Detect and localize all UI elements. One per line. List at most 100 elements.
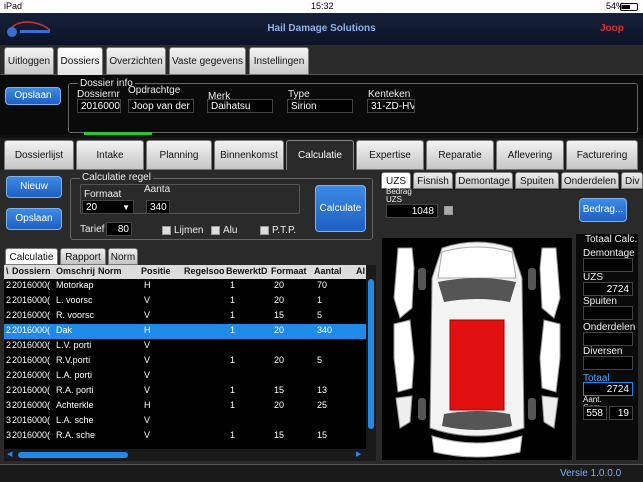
- calculatie-table[interactable]: \ Dossiern Omschrij Norm Positie Regelso…: [4, 265, 366, 461]
- right-tab-onderdelen[interactable]: Onderdelen: [561, 172, 619, 189]
- table-cell-pos: V: [144, 370, 151, 380]
- table-row[interactable]: 3 2016000(R.A. sche V 1 15 15: [4, 429, 366, 444]
- dossiernr-field[interactable]: 2016000: [77, 99, 121, 113]
- table-row[interactable]: 2 2016000(R.V.porti V 1 20 5: [4, 354, 366, 369]
- tab-vaste-gegevens[interactable]: Vaste gegevens: [169, 47, 246, 75]
- right-tab-demontage[interactable]: Demontage: [455, 172, 513, 189]
- tab-planning[interactable]: Planning: [146, 140, 212, 170]
- alu-checkbox[interactable]: [211, 226, 220, 235]
- right-tab-finish[interactable]: Fisnish: [413, 172, 453, 189]
- calc-save-button[interactable]: Opslaan: [6, 208, 62, 230]
- bedrag-uzs-field[interactable]: 1048: [386, 204, 438, 218]
- tab-instellingen[interactable]: Instellingen: [249, 47, 309, 75]
- merk-field[interactable]: Daihatsu: [207, 99, 273, 113]
- table-cell-pos: V: [144, 295, 151, 305]
- tab-aflevering[interactable]: Aflevering: [496, 140, 564, 170]
- car-top-view[interactable]: [382, 238, 572, 460]
- tab-overzichten[interactable]: Overzichten: [106, 47, 166, 75]
- tarief-field[interactable]: 80: [106, 222, 132, 236]
- table-row[interactable]: 3 2016000(Achterkle H 1 20 25: [4, 399, 366, 414]
- horizontal-scroll-thumb[interactable]: [18, 452, 128, 458]
- table-cell-pos: V: [144, 430, 151, 440]
- ptp-checkbox[interactable]: [260, 226, 269, 235]
- table-cell-pos: H: [144, 325, 151, 335]
- table-row[interactable]: 2 2016000(L.V. porti V: [4, 339, 366, 354]
- grid-tab-norm[interactable]: Norm: [108, 248, 138, 265]
- aantal-field[interactable]: 340: [146, 200, 170, 214]
- user-name[interactable]: Joop: [600, 23, 624, 34]
- formaat-label: Formaat: [84, 189, 122, 200]
- col-header-norm[interactable]: Norm: [98, 266, 122, 276]
- table-cell-aant: 1: [317, 295, 323, 305]
- col-header-formaat[interactable]: Formaat: [271, 266, 307, 276]
- table-cell-fmt: 15: [274, 385, 285, 395]
- table-cell-oms: R.A. sche: [56, 430, 96, 440]
- table-cell-oms: L.A. porti: [56, 370, 93, 380]
- table-row[interactable]: 2 2016000(Motorkap H 1 20 70: [4, 279, 366, 294]
- col-header-al[interactable]: Al: [356, 266, 365, 276]
- table-cell-nr: 2016000(: [12, 415, 51, 425]
- bedrag-button[interactable]: Bedrag...: [579, 198, 627, 222]
- table-row[interactable]: 2 2016000(Dak H 1 20 340: [4, 324, 366, 339]
- right-tab-spuiten[interactable]: Spuiten: [515, 172, 559, 189]
- table-row[interactable]: 2 2016000(L.A. porti V: [4, 369, 366, 384]
- uzs-checkbox[interactable]: [444, 206, 453, 215]
- tab-dossierlijst[interactable]: Dossierlijst: [4, 140, 74, 170]
- tab-facturering[interactable]: Facturering: [566, 140, 638, 170]
- wheel-rear-right: [528, 398, 536, 420]
- vertical-scroll-thumb[interactable]: [368, 279, 374, 429]
- horizontal-scrollbar[interactable]: ◀ ▶: [4, 449, 366, 461]
- tab-calculatie[interactable]: Calculatie: [286, 140, 354, 170]
- tab-expertise[interactable]: Expertise: [356, 140, 424, 170]
- col-header-regelsoort[interactable]: Regelsoo: [184, 266, 226, 276]
- col-header-dossiernr[interactable]: Dossiern: [12, 266, 56, 276]
- col-header-index[interactable]: \: [6, 266, 9, 276]
- grid-tab-rapport[interactable]: Rapport: [60, 248, 106, 265]
- bedrag-uzs-label: Bedrag UZS: [386, 187, 412, 204]
- table-cell-nr: 2016000(: [12, 400, 51, 410]
- table-row[interactable]: 2 2016000(R. voorsc V 1 15 5: [4, 309, 366, 324]
- calculate-button[interactable]: Calculate: [315, 185, 366, 232]
- table-cell-fmt: 20: [274, 295, 285, 305]
- table-cell-aant: 5: [317, 310, 323, 320]
- table-row[interactable]: 2 2016000(R.A. porti V 1 15 13: [4, 384, 366, 399]
- scroll-right-icon[interactable]: ▶: [356, 451, 364, 458]
- formaat-select[interactable]: 20 ▼: [82, 200, 134, 214]
- tab-reparatie[interactable]: Reparatie: [426, 140, 494, 170]
- table-row[interactable]: 2 2016000(L. voorsc V 1 20 1: [4, 294, 366, 309]
- vertical-scrollbar[interactable]: [366, 265, 376, 461]
- version-label: Versie 1.0.0.0: [560, 468, 622, 479]
- tab-uitloggen[interactable]: Uitloggen: [4, 47, 54, 75]
- table-cell-aant: 25: [317, 400, 328, 410]
- right-tab-diversen[interactable]: Div: [621, 172, 643, 189]
- clock: 15:32: [311, 1, 334, 11]
- new-button[interactable]: Nieuw: [6, 176, 62, 198]
- opdrachtgever-field[interactable]: Joop van der S: [128, 99, 194, 113]
- scroll-left-icon[interactable]: ◀: [7, 451, 15, 458]
- tab-intake[interactable]: Intake: [76, 140, 144, 170]
- lijmen-checkbox[interactable]: [162, 226, 171, 235]
- table-cell-nr: 2016000(: [12, 295, 51, 305]
- col-header-aantal[interactable]: Aantal: [314, 266, 342, 276]
- tab-binnenkomst[interactable]: Binnenkomst: [214, 140, 284, 170]
- device-label: iPad: [4, 1, 23, 11]
- grid-tab-calculatie[interactable]: Calculatie: [5, 248, 58, 265]
- type-field[interactable]: Sirion: [287, 99, 353, 113]
- dossier-info-bar: Opslaan Dossier info Dossiernr 2016000 O…: [0, 75, 643, 135]
- col-header-omschrijving[interactable]: Omschrij: [56, 266, 100, 276]
- table-cell-oms: L.A. sche: [56, 415, 94, 425]
- table-cell-aant: 70: [317, 280, 328, 290]
- table-cell-bew: 1: [230, 430, 236, 440]
- tab-dossiers[interactable]: Dossiers: [57, 47, 103, 75]
- footer-bar: Versie 1.0.0.0: [0, 464, 643, 482]
- table-cell-oms: Achterkle: [56, 400, 94, 410]
- col-header-positie[interactable]: Positie: [141, 266, 171, 276]
- table-cell-nr: 2016000(: [12, 280, 51, 290]
- app-header: Hail Damage Solutions Joop: [0, 13, 643, 45]
- dossier-save-button[interactable]: Opslaan: [5, 87, 61, 105]
- table-cell-aant: 340: [317, 325, 333, 335]
- kenteken-field[interactable]: 31-ZD-HV: [367, 99, 415, 113]
- col-header-bewerkt[interactable]: BewerktD: [226, 266, 272, 276]
- table-row[interactable]: 3 2016000(L.A. sche V: [4, 414, 366, 429]
- car-damage-diagram[interactable]: [382, 238, 572, 460]
